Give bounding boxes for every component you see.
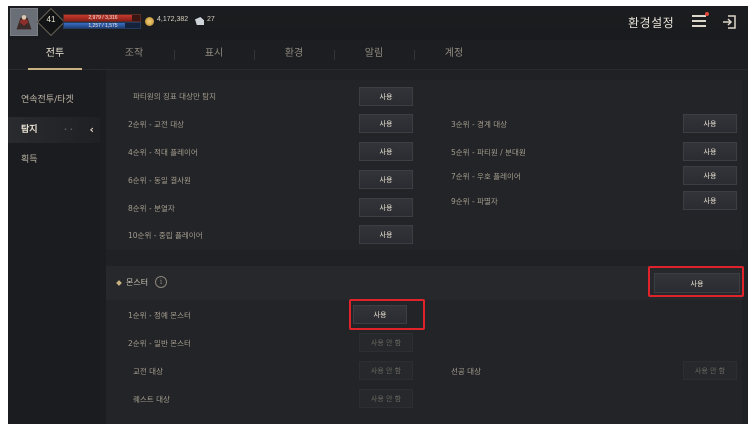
priority-3-label: 3순위 - 경계 대상 [451,120,508,129]
priority-10-label: 10순위 - 중립 플레이어 [128,231,203,240]
settings-sidebar: 연속전투/타겟 탐지 · · ‹ 획득 [8,70,100,424]
monster-section-header: 몬스터 i 사용 [106,266,744,300]
monster-priority-2-toggle[interactable]: 사용 안 함 [359,333,413,352]
sidebar-item-detection[interactable]: 탐지 · · ‹ [8,117,100,143]
sidebar-item-auto-combat[interactable]: 연속전투/타겟 [8,87,100,113]
monster-section-title: 몬스터 [126,278,149,287]
sidebar-item-label: 획득 [21,155,38,165]
monster-priority-section: 1순위 - 정예 몬스터 사용 2순위 - 일반 몬스터 사용 안 함 교전 대… [106,299,742,424]
hp-text: 2,979 / 3,316 [88,15,118,21]
priority-10-toggle[interactable]: 사용 [359,225,413,244]
top-bar: 41 2,979 / 3,316 1,257 / 1,575 4,172,382… [8,6,748,40]
gold-coin-icon [145,17,154,26]
engaged-target-toggle[interactable]: 사용 안 함 [359,361,413,380]
character-portrait-icon [11,9,37,35]
highlight-box [648,266,744,297]
tab-display[interactable]: 표시 [188,40,240,70]
priority-8-label: 8순위 - 분열자 [128,204,175,213]
party-target-label: 파티원의 징표 대상만 탐지 [133,92,217,101]
tab-divider [414,50,415,60]
hp-bar: 2,979 / 3,316 [63,14,141,22]
ticket-count: 27 [207,16,215,23]
game-settings-window: 41 2,979 / 3,316 1,257 / 1,575 4,172,382… [8,6,748,424]
tab-account[interactable]: 계정 [428,40,480,70]
priority-2-toggle[interactable]: 사용 [359,114,413,133]
chevron-left-icon: ‹ [89,123,94,136]
target-priority-section: 파티원의 징표 대상만 탐지 사용 2순위 - 교전 대상 사용 3순위 - 경… [106,80,742,250]
priority-5-toggle[interactable]: 사용 [683,142,737,161]
engaged-target-label: 교전 대상 [133,367,163,376]
settings-content: 파티원의 징표 대상만 탐지 사용 2순위 - 교전 대상 사용 3순위 - 경… [106,70,748,424]
mp-bar: 1,257 / 1,575 [63,22,141,29]
preemptive-target-toggle[interactable]: 사용 안 함 [683,361,737,380]
priority-7-label: 7순위 - 우호 플레이어 [451,172,521,181]
mp-text: 1,257 / 1,575 [88,23,118,29]
priority-6-toggle[interactable]: 사용 [359,170,413,189]
tab-divider [334,50,335,60]
exit-icon[interactable] [722,14,738,30]
priority-3-toggle[interactable]: 사용 [683,114,737,133]
sidebar-item-label: 탐지 [21,125,38,135]
party-target-toggle[interactable]: 사용 [359,87,413,106]
priority-4-toggle[interactable]: 사용 [359,142,413,161]
sidebar-item-loot[interactable]: 획득 [8,147,100,173]
sidebar-item-label: 연속전투/타겟 [21,95,74,105]
character-avatar[interactable] [10,8,38,36]
monster-priority-2-label: 2순위 - 일반 몬스터 [128,339,191,348]
monster-priority-1-label: 1순위 - 정예 몬스터 [128,311,191,320]
tab-combat[interactable]: 전투 [28,40,82,70]
preemptive-target-label: 선공 대상 [451,367,481,376]
priority-6-label: 6순위 - 동일 결사원 [128,176,191,185]
tab-notifications[interactable]: 알림 [348,40,400,70]
priority-8-toggle[interactable]: 사용 [359,198,413,217]
priority-9-label: 9순위 - 파멸자 [451,197,498,206]
diamond-bullet-icon [116,280,122,286]
menu-icon[interactable] [692,15,706,29]
notification-dot [705,12,709,16]
gold-amount: 4,172,382 [157,16,189,23]
quest-target-toggle[interactable]: 사용 안 함 [359,389,413,408]
highlight-box [349,299,425,330]
info-icon[interactable]: i [155,276,167,288]
tab-environment[interactable]: 환경 [268,40,320,70]
sidebar-dots: · · [64,125,73,134]
priority-4-label: 4순위 - 적대 플레이어 [128,148,198,157]
priority-9-toggle[interactable]: 사용 [683,191,737,210]
settings-tabs: 전투 조작 표시 환경 알림 계정 [8,40,748,70]
tab-controls[interactable]: 조작 [108,40,160,70]
priority-7-toggle[interactable]: 사용 [683,166,737,185]
quest-target-label: 퀘스트 대상 [133,395,170,404]
tab-divider [254,50,255,60]
page-title: 환경설정 [628,16,675,30]
level-text: 41 [46,15,56,24]
status-bars: 2,979 / 3,316 1,257 / 1,575 [63,14,141,30]
priority-2-label: 2순위 - 교전 대상 [128,120,185,129]
priority-5-label: 5순위 - 파티원 / 분대원 [451,148,526,157]
ticket-icon [195,17,204,25]
tab-divider [174,50,175,60]
